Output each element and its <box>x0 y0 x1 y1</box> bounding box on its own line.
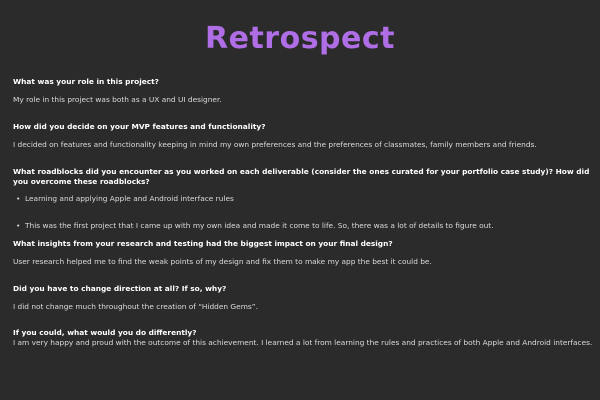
answer-differently: I am very happy and proud with the outco… <box>13 338 593 347</box>
question-roadblocks: What roadblocks did you encounter as you… <box>13 167 590 186</box>
question-mvp-features: How did you decide on your MVP features … <box>13 122 266 131</box>
question-role: What was your role in this project? <box>13 77 159 86</box>
answer-mvp-features: I decided on features and functionality … <box>13 140 537 149</box>
question-insights: What insights from your research and tes… <box>13 239 393 248</box>
answer-insights: User research helped me to find the weak… <box>13 257 432 266</box>
roadblock-item-text: This was the first project that I came u… <box>25 221 494 230</box>
question-differently: If you could, what would you do differen… <box>13 328 197 337</box>
roadblock-item-text: Learning and applying Apple and Android … <box>25 194 234 203</box>
bullet-icon: • <box>16 221 21 230</box>
question-change-direction: Did you have to change direction at all?… <box>13 284 227 293</box>
answer-change-direction: I did not change much throughout the cre… <box>13 302 258 311</box>
list-item: • Learning and applying Apple and Androi… <box>16 194 591 204</box>
list-item: • This was the first project that I came… <box>16 221 591 231</box>
bullet-icon: • <box>16 194 21 203</box>
page-title: Retrospect <box>205 21 395 56</box>
answer-role: My role in this project was both as a UX… <box>13 95 222 104</box>
